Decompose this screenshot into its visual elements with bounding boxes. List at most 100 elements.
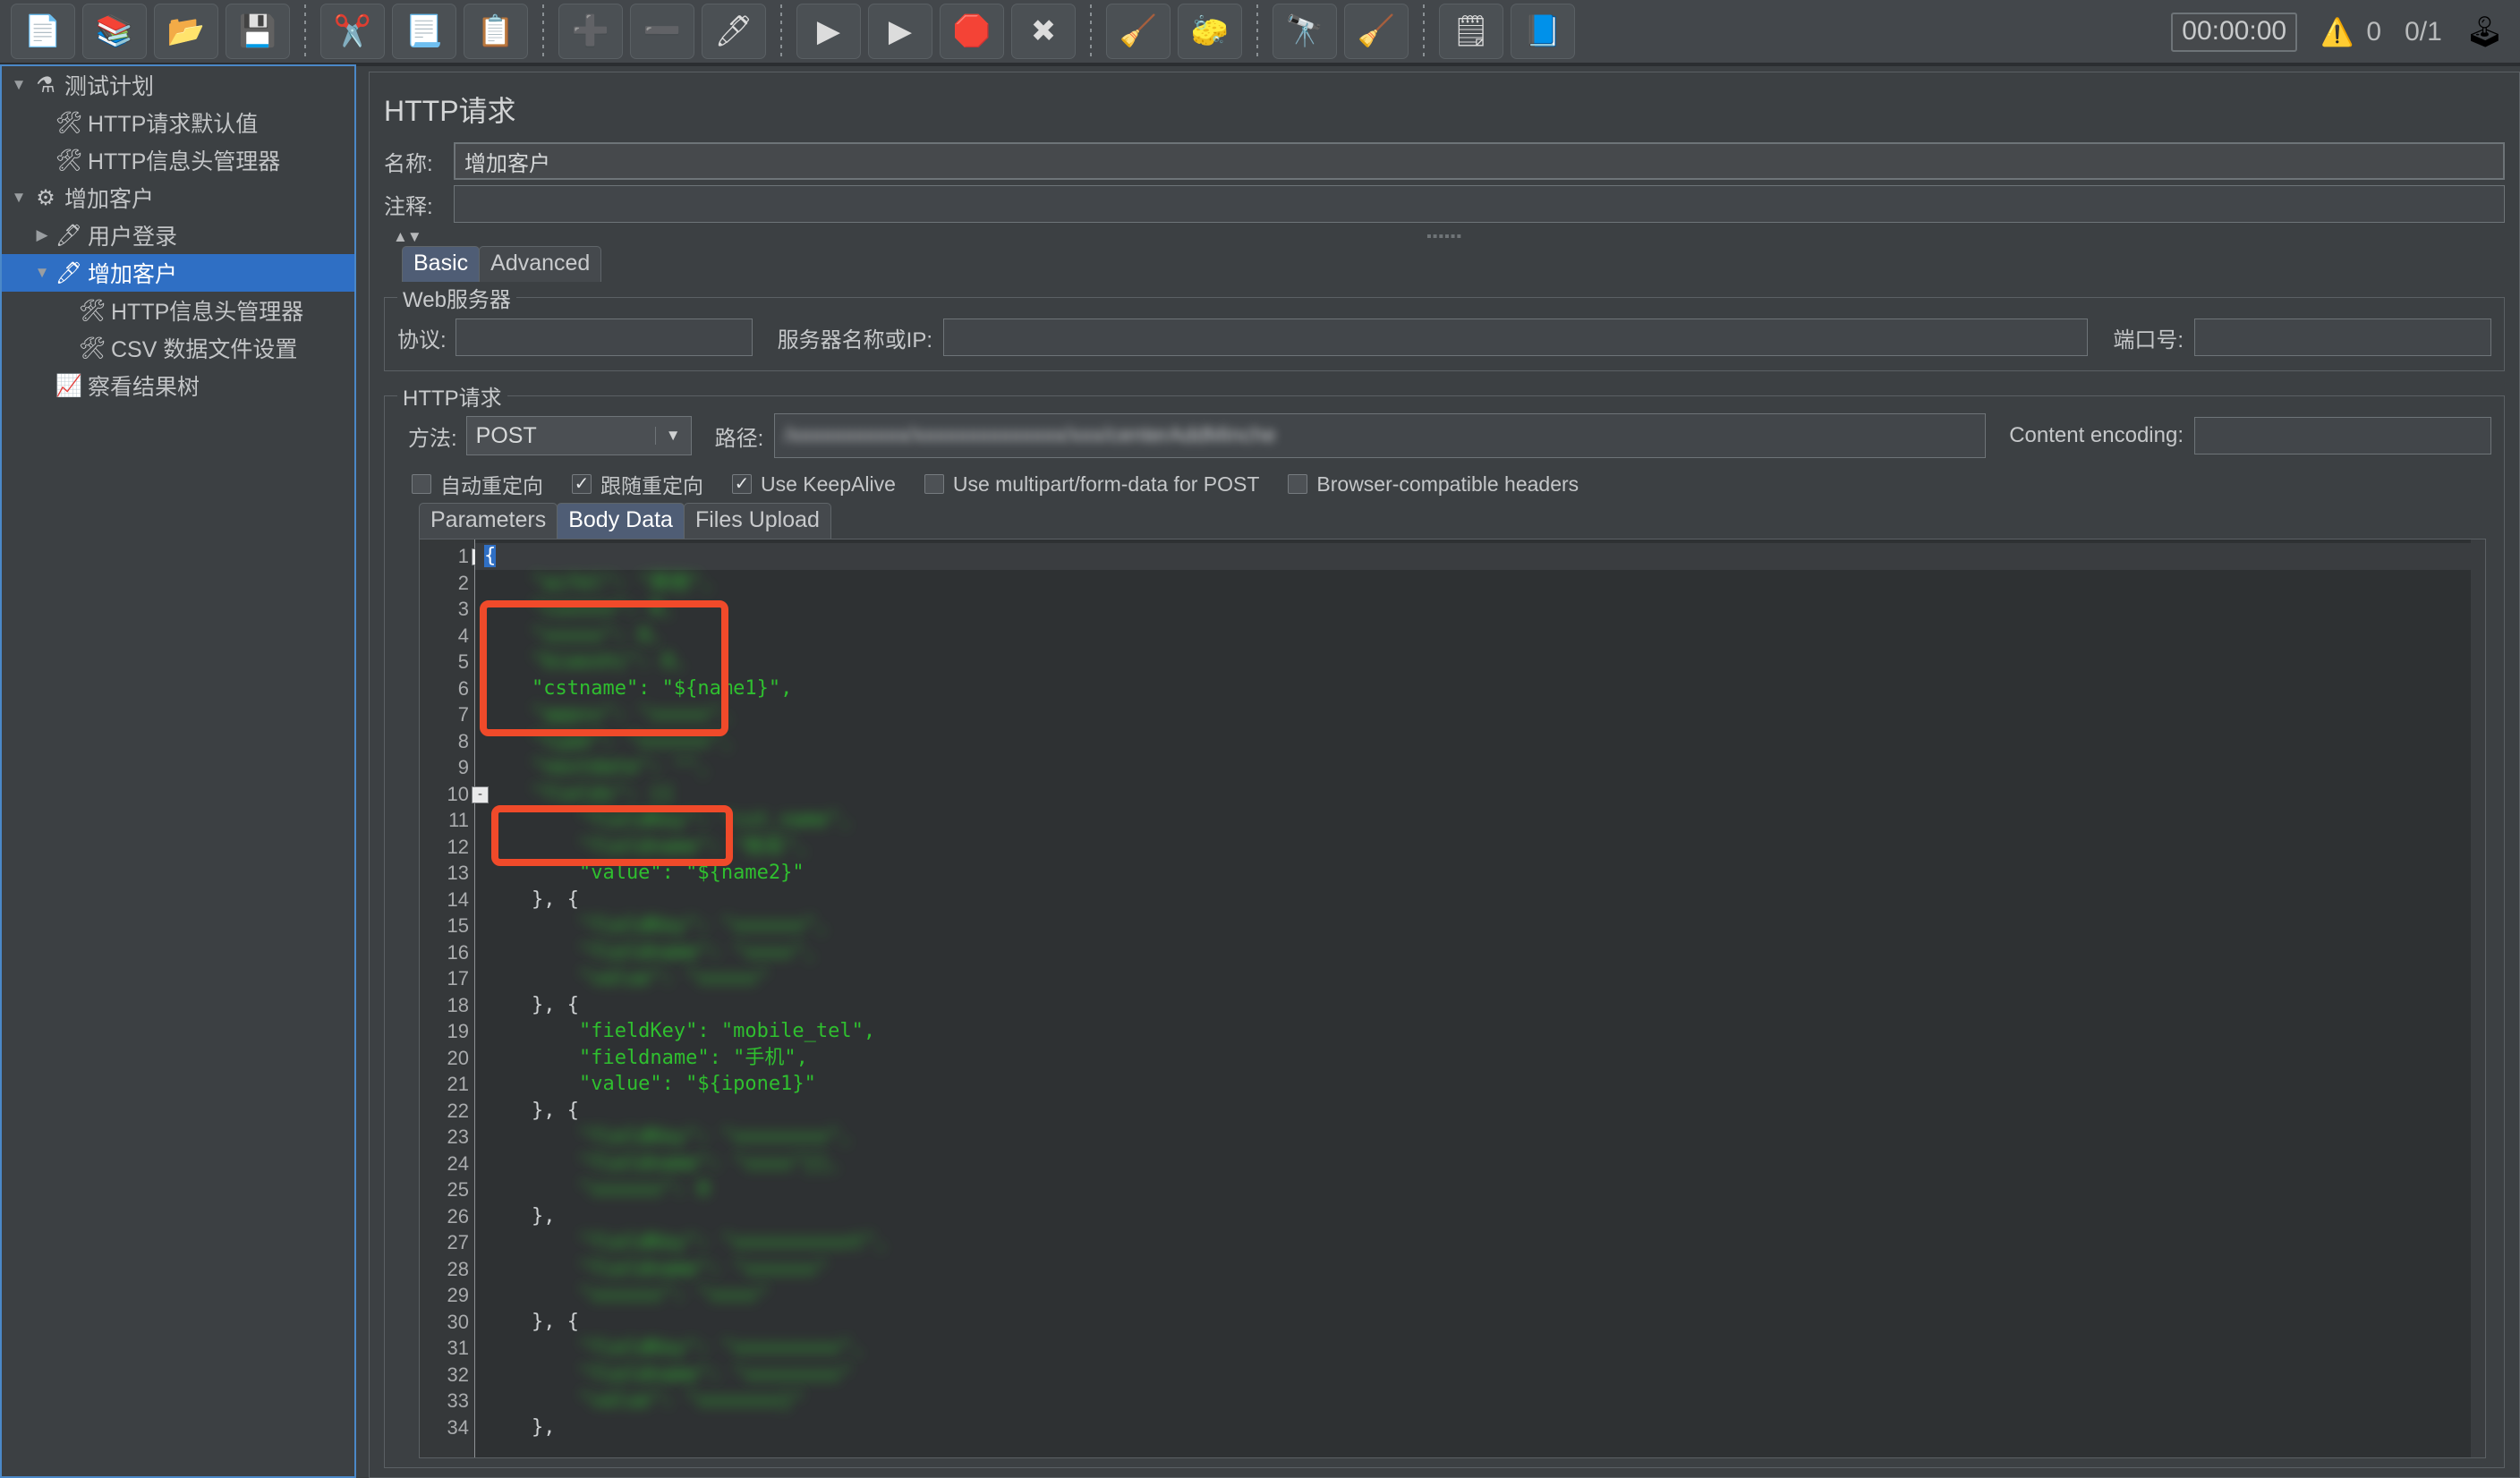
code-line[interactable]: "cstname": "${name1}", [475,675,2485,702]
checkbox-follow-redirect[interactable]: ✓ [572,474,592,494]
save-button[interactable]: 💾 [226,4,290,59]
test-plan-tree[interactable]: ▼ ⚗ 测试计划 🛠 HTTP请求默认值 🛠 HTTP信息头管理器 ▼ ⚙ 增加客户 ▶ 🖊 用户登录 ▼… [0,64,356,1478]
code-line[interactable]: "xxxxx": 0, [475,623,2485,650]
tab-basic[interactable]: Basic [402,246,481,282]
code-line[interactable]: "fieldname": "xxxxxxxx" [475,1362,2485,1389]
checkbox-use-keepalive[interactable]: ✓ [732,474,752,494]
tree-item-csv-data-set-config[interactable]: 🛠 CSV 数据文件设置 [2,329,354,367]
chevron-down-icon[interactable]: ▼ [407,228,422,246]
code-line[interactable]: }, { [475,1309,2485,1336]
checkbox-multipart[interactable] [924,474,944,494]
tree-item-child-http-header-manager[interactable]: 🛠 HTTP信息头管理器 [2,292,354,329]
code-line[interactable]: "fieldname": "姓名", [475,834,2485,861]
code-area[interactable]: { "aifel": "其他", "cuxxxx": 0, "xxxxx": 0… [475,539,2485,1457]
code-line[interactable]: "fieldKey": "mobile_tel", [475,1018,2485,1045]
clear-button[interactable]: 🧹 [1106,4,1171,59]
tab-parameters[interactable]: Parameters [419,503,558,539]
templates-button[interactable]: 📚 [82,4,147,59]
protocol-input[interactable] [455,319,753,356]
code-line[interactable]: }, [475,1414,2485,1441]
panel-resizer-row[interactable]: ▲ ▼ ▪▪▪▪▪▪ [379,226,2510,248]
tab-advanced[interactable]: Advanced [479,246,602,282]
code-line[interactable]: "value": "${name2}" [475,860,2485,887]
port-input[interactable] [2194,319,2491,356]
code-line[interactable]: "fieldKey": "xxxxxxxxxxt", [475,1229,2485,1256]
code-line[interactable]: "fieldKey": "cst_name", [475,807,2485,834]
code-line[interactable]: "aifel": "其他", [475,570,2485,597]
code-line[interactable]: "xxxxxx": "xxxx" [475,1282,2485,1309]
tree-item-sampler-add-customer[interactable]: ▼ 🖊 增加客户 [2,254,354,292]
code-line[interactable]: "value": "${ipone1}" [475,1071,2485,1098]
name-input[interactable] [454,142,2505,180]
new-button[interactable]: 📄 [11,4,75,59]
code-line[interactable]: "fieldKey": "xxxxxxxx", [475,1124,2485,1151]
collapse-arrow-icon[interactable]: ▼ [7,189,30,207]
help-button[interactable]: 📘 [1511,4,1575,59]
warning-indicator[interactable]: ⚠️ 0 [2320,17,2381,48]
code-line[interactable]: "value": "xxxxx" [475,965,2485,992]
collapse-arrow-icon[interactable]: ▼ [7,76,30,94]
expand-arrow-icon[interactable]: ▶ [30,226,54,244]
tree-item-test-plan[interactable]: ▼ ⚗ 测试计划 [2,66,354,104]
body-data-editor[interactable]: 1-2345678910-111213141516171819202122232… [419,539,2486,1458]
collapse-arrow-icon[interactable]: ▼ [30,264,54,282]
toggle-button[interactable]: 🖊 [702,4,766,59]
shutdown-button[interactable]: ✖ [1011,4,1076,59]
code-line[interactable]: "fieldname": "xxxxxx" [475,1256,2485,1283]
start-no-timers-button[interactable]: ▶ [868,4,932,59]
start-button[interactable]: ▶ [796,4,861,59]
code-line[interactable]: }, { [475,1098,2485,1125]
code-line[interactable]: "biaoshi": 0, [475,649,2485,675]
comment-input[interactable] [454,185,2505,223]
expand-all-button[interactable]: ➕ [558,4,623,59]
tree-item-http-header-manager[interactable]: 🛠 HTTP信息头管理器 [2,141,354,179]
checkbox-multipart-label: Use multipart/form-data for POST [952,471,1260,496]
stop-button[interactable]: 🛑 [940,4,1004,59]
code-line[interactable]: "value": "xxxxxxx}" [475,1388,2485,1414]
code-line[interactable]: "fields": [{ [475,781,2485,808]
split-drag-handle[interactable]: ▪▪▪▪▪▪ [1426,229,1462,245]
code-line[interactable]: }, { [475,887,2485,913]
server-input[interactable] [943,319,2089,356]
code-line[interactable]: "cuxxxx": 0, [475,596,2485,623]
reset-search-button[interactable]: 🧹 [1344,4,1409,59]
code-line[interactable]: "appxx": "xxxxx", [475,701,2485,728]
function-helper-button[interactable]: 🗒 [1439,4,1503,59]
code-line[interactable]: "fieldname": "手机", [475,1045,2485,1072]
paste-button[interactable]: 📋 [464,4,528,59]
code-line[interactable]: }, { [475,992,2485,1019]
method-select[interactable]: POST ▼ [465,416,692,455]
code-line[interactable]: { [475,543,2485,570]
checkbox-auto-redirect[interactable] [412,474,431,494]
code-line[interactable]: "fieldname": "xxxx", [475,939,2485,966]
code-line[interactable]: "fieldKey": "xxxxxx", [475,913,2485,939]
tab-body-data[interactable]: Body Data [557,503,685,539]
code-line[interactable]: "fieldname": "xxxx"}], [475,1151,2485,1177]
content-encoding-input[interactable] [2194,417,2491,454]
code-line[interactable]: "nextdate": "", [475,754,2485,781]
toggle-icon: 🖊 [714,14,753,48]
open-button[interactable]: 📂 [154,4,218,59]
body-data-tabs[interactable]: Parameters Body Data Files Upload [397,503,2491,539]
tree-item-http-request-defaults[interactable]: 🛠 HTTP请求默认值 [2,104,354,141]
code-line[interactable]: "fieldKey": "xxxxxxxxx", [475,1335,2485,1362]
chevron-down-icon[interactable]: ▼ [654,427,691,445]
checkbox-browser-headers[interactable] [1288,474,1308,494]
tree-item-sampler-user-login[interactable]: ▶ 🖊 用户登录 [2,217,354,254]
tab-files-upload[interactable]: Files Upload [683,503,831,539]
collapse-all-button[interactable]: ➖ [630,4,694,59]
tree-item-thread-group-add-customer[interactable]: ▼ ⚙ 增加客户 [2,179,354,217]
code-line[interactable]: "xxxxxx": 0 [475,1176,2485,1203]
path-input[interactable]: /xxxxxxxxxxx/xxxxxxxxxxxxxx/xxx/centerAd… [774,413,1987,458]
cut-button[interactable]: ✂️ [320,4,385,59]
search-button[interactable]: 🔭 [1273,4,1337,59]
copy-button[interactable]: 📃 [392,4,456,59]
basic-advanced-tabs[interactable]: Basic Advanced [379,246,2510,282]
editor-vertical-scrollbar[interactable] [2471,539,2485,1457]
clear-all-button[interactable]: 🧽 [1178,4,1242,59]
code-line[interactable]: "type": "xxxxxx", [475,728,2485,755]
chevron-up-icon[interactable]: ▲ [393,228,408,246]
code-brace: }, { [484,1099,579,1122]
code-line[interactable]: }, [475,1203,2485,1230]
tree-item-view-results-tree[interactable]: 📈 察看结果树 [2,367,354,404]
